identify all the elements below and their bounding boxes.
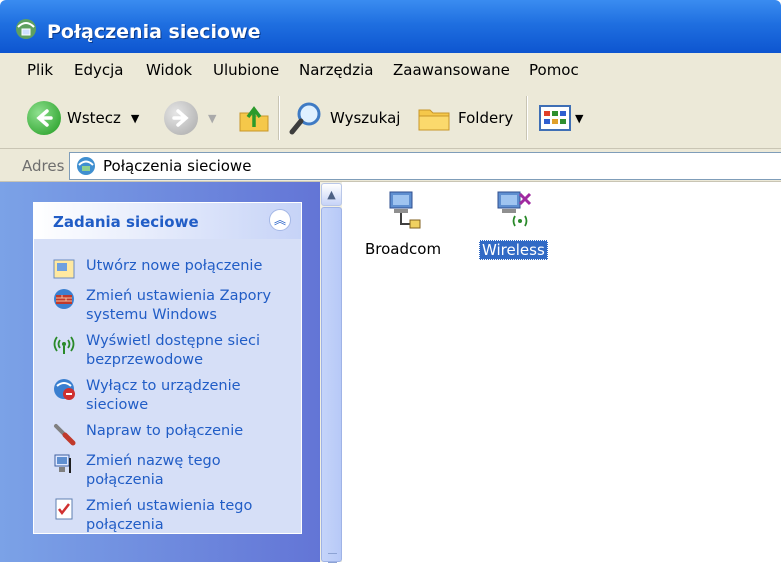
folders-button[interactable]: Foldery — [416, 88, 513, 148]
wireless-signal-icon — [53, 336, 75, 354]
address-label: Adres — [22, 157, 65, 175]
firewall-icon — [54, 289, 74, 309]
menu-bar: Plik Edycja Widok Ulubione Narzędzia Zaa… — [0, 53, 781, 89]
repair-tool-icon — [54, 424, 76, 446]
panel-title: Zadania sieciowe — [53, 213, 199, 231]
address-field[interactable]: Połączenia sieciowe — [69, 152, 781, 180]
task-label: Wyświetl dostępne sieci bezprzewodowe — [86, 333, 261, 368]
network-connections-icon — [16, 19, 36, 39]
up-folder-icon — [239, 106, 269, 132]
folders-icon — [418, 109, 450, 131]
address-value: Połączenia sieciowe — [103, 157, 252, 175]
task-create-connection[interactable]: Utwórz nowe połączenie — [52, 257, 286, 281]
menu-help[interactable]: Pomoc — [529, 61, 579, 79]
task-label: Napraw to połączenie — [86, 423, 244, 439]
menu-favorites[interactable]: Ulubione — [213, 61, 279, 79]
menu-advanced[interactable]: Zaawansowane — [393, 61, 510, 79]
lan-connection-icon — [389, 191, 421, 229]
disable-device-icon — [54, 379, 75, 400]
back-label: Wstecz — [67, 109, 121, 127]
folders-label: Foldery — [458, 109, 514, 127]
views-icon — [539, 105, 571, 131]
search-icon — [289, 102, 321, 135]
connection-label: Wireless — [479, 240, 548, 260]
scroll-thumb[interactable] — [321, 207, 342, 563]
task-label: Utwórz nowe połączenie — [86, 258, 263, 274]
task-pane: Zadania sieciowe ︽ Utwórz nowe połączeni… — [0, 182, 320, 562]
back-arrow-icon — [27, 101, 61, 135]
rename-icon — [54, 454, 71, 473]
new-connection-icon — [53, 259, 75, 279]
menu-view[interactable]: Widok — [146, 61, 192, 79]
back-dropdown-icon[interactable]: ▼ — [131, 112, 139, 125]
task-rename-connection[interactable]: Zmień nazwę tego połączenia — [52, 452, 286, 490]
search-button[interactable]: Wyszukaj — [288, 88, 400, 148]
wireless-connection-disabled-icon — [497, 191, 532, 227]
task-view-wireless-networks[interactable]: Wyświetl dostępne sieci bezprzewodowe — [52, 332, 286, 370]
forward-dropdown-icon[interactable]: ▼ — [208, 112, 216, 125]
task-label: Zmień ustawienia Zapory systemu Windows — [86, 288, 272, 323]
task-pane-scrollbar[interactable]: ▲ — [320, 182, 342, 563]
toolbar-separator — [278, 96, 280, 140]
connection-item-broadcom[interactable]: Broadcom — [363, 188, 443, 258]
network-connections-icon — [77, 157, 95, 175]
address-bar: Adres Połączenia sieciowe — [0, 149, 781, 182]
up-button[interactable] — [237, 88, 271, 148]
properties-icon — [55, 498, 73, 520]
connection-label: Broadcom — [365, 240, 442, 258]
collapse-chevron-icon[interactable]: ︽ — [269, 209, 291, 231]
window-title: Połączenia sieciowe — [47, 21, 261, 43]
task-repair-connection[interactable]: Napraw to połączenie — [52, 422, 286, 446]
network-tasks-panel: Zadania sieciowe ︽ Utwórz nowe połączeni… — [33, 202, 302, 534]
task-label: Zmień nazwę tego połączenia — [86, 453, 221, 488]
task-firewall-settings[interactable]: Zmień ustawienia Zapory systemu Windows — [52, 287, 286, 325]
panel-header[interactable]: Zadania sieciowe ︽ — [34, 203, 301, 239]
task-disable-device[interactable]: Wyłącz to urządzenie sieciowe — [52, 377, 286, 415]
menu-edit[interactable]: Edycja — [74, 61, 123, 79]
menu-file[interactable]: Plik — [27, 61, 53, 79]
task-label: Zmień ustawienia tego połączenia — [86, 498, 253, 533]
connection-item-wireless[interactable]: Wireless — [479, 188, 548, 260]
title-bar[interactable]: Połączenia sieciowe — [0, 0, 781, 53]
connections-view: Broadcom Wireless — [343, 182, 781, 562]
views-dropdown-icon[interactable]: ▼ — [575, 112, 583, 125]
back-button[interactable]: Wstecz ▼ — [27, 88, 139, 148]
task-connection-properties[interactable]: Zmień ustawienia tego połączenia — [52, 497, 286, 535]
task-label: Wyłącz to urządzenie sieciowe — [86, 378, 241, 413]
menu-tools[interactable]: Narzędzia — [299, 61, 373, 79]
toolbar-separator — [526, 96, 528, 140]
views-button[interactable]: ▼ — [538, 88, 583, 148]
forward-arrow-icon — [164, 101, 198, 135]
scroll-up-arrow-icon[interactable]: ▲ — [321, 183, 342, 206]
toolbar: Wstecz ▼ ▼ Wyszukaj Foldery ▼ — [0, 88, 781, 149]
search-label: Wyszukaj — [330, 109, 401, 127]
forward-button[interactable]: ▼ — [164, 88, 216, 148]
